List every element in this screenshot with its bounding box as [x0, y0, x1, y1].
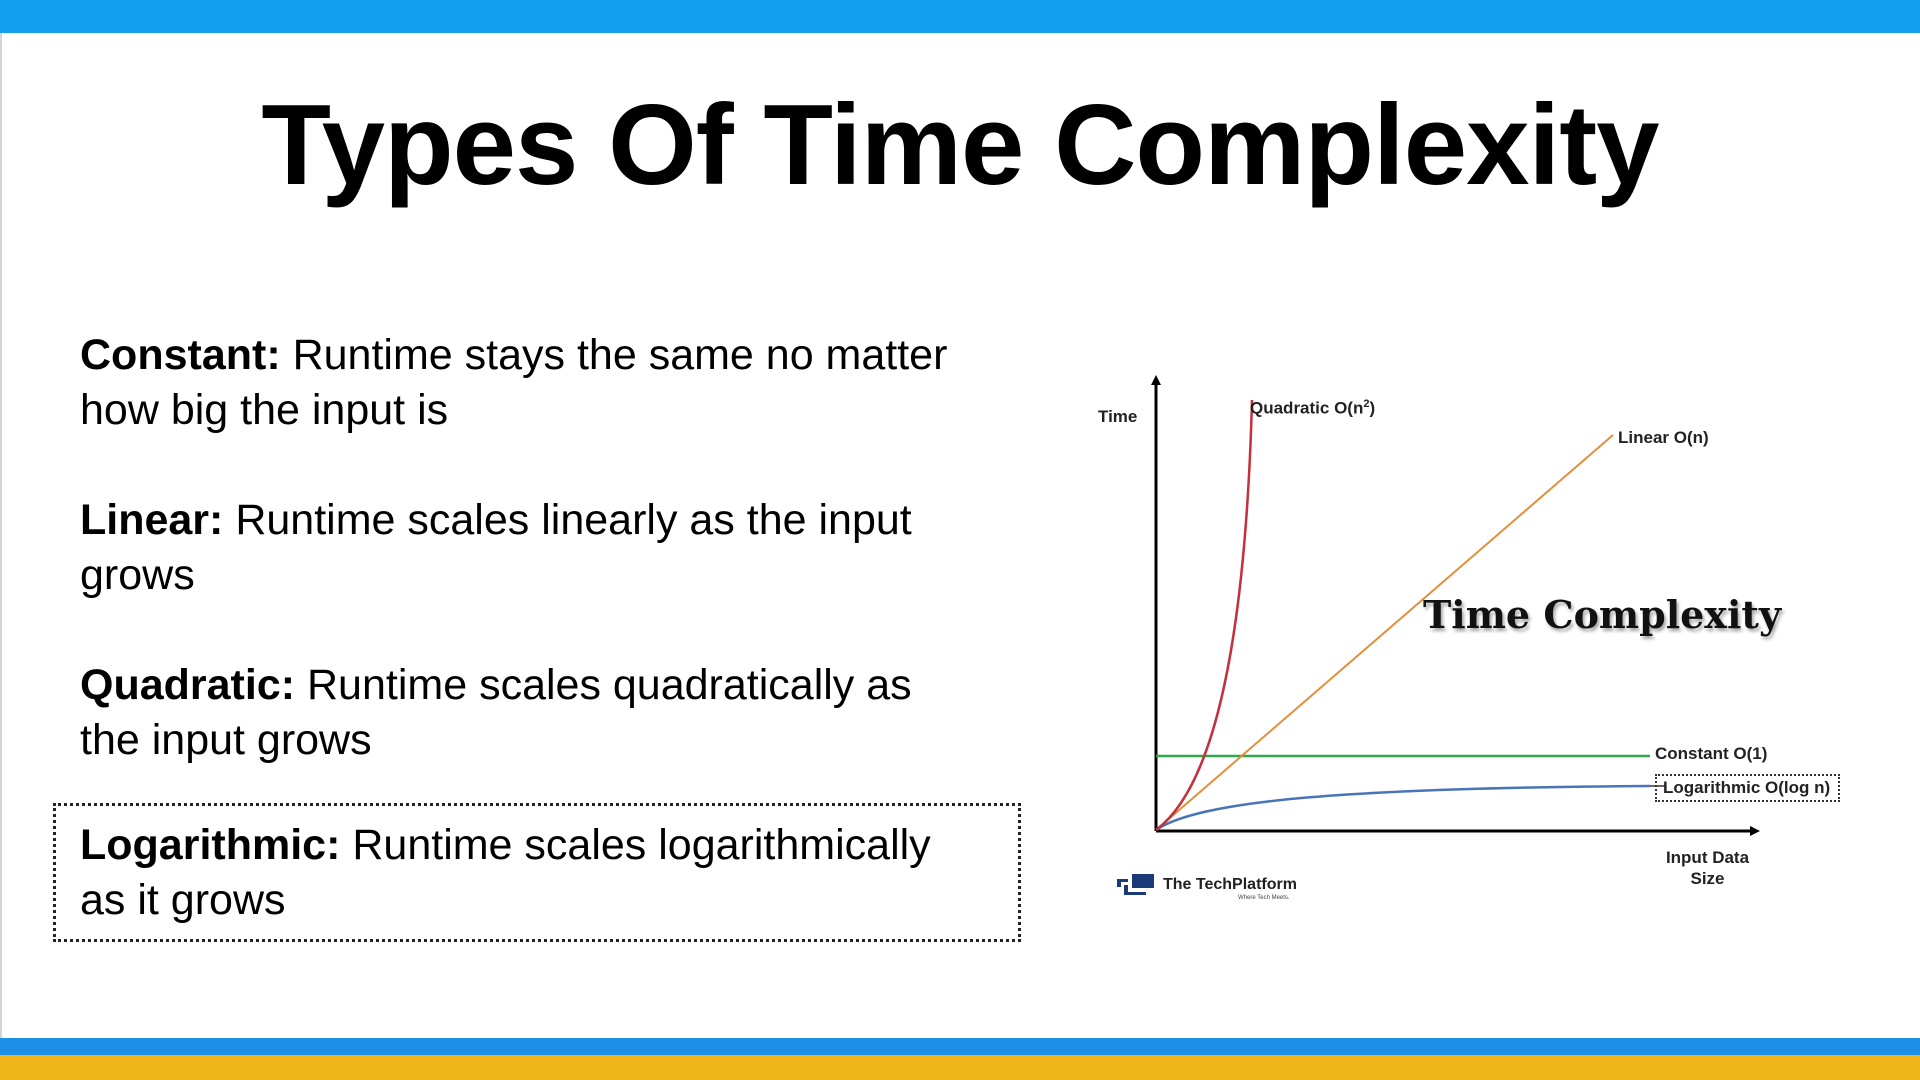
- item-quadratic-term: Quadratic:: [80, 661, 296, 709]
- quadratic-curve: [1155, 399, 1254, 832]
- logarithmic-curve: [1155, 784, 1651, 832]
- complexity-diagram: Time Quadratic O(n2) Linear O(n) Time Co…: [1090, 360, 1870, 920]
- diagram-overlay-title: Time Complexity: [1423, 592, 1782, 637]
- item-logarithmic: Logarithmic: Runtime scales logarithmica…: [80, 818, 980, 928]
- bottom-accent-bar-gold: [0, 1055, 1920, 1080]
- techplatform-logo-icon: [1117, 874, 1154, 895]
- item-constant-term: Constant:: [80, 331, 281, 379]
- bottom-accent-bar-blue: [0, 1038, 1920, 1055]
- logo-block-large: [1132, 874, 1154, 888]
- y-axis-label: Time: [1098, 407, 1138, 426]
- complexity-diagram-svg: [1151, 375, 1760, 836]
- logo-tagline: Where Tech Meets.: [1238, 895, 1290, 901]
- item-quadratic: Quadratic: Runtime scales quadratically …: [80, 658, 980, 768]
- x-axis-label-line2: Size: [1690, 869, 1725, 888]
- item-logarithmic-term: Logarithmic:: [80, 821, 341, 869]
- item-linear: Linear: Runtime scales linearly as the i…: [80, 493, 980, 603]
- x-axis-label-line1: Input Data: [1665, 848, 1750, 867]
- logo-name: The TechPlatform: [1163, 876, 1297, 893]
- quadratic-label-suffix: ): [1369, 398, 1376, 418]
- logarithmic-label: Logarithmic O(log n): [1655, 774, 1841, 802]
- linear-label: Linear O(n): [1618, 428, 1709, 447]
- item-linear-term: Linear:: [80, 496, 224, 544]
- quadratic-label-text: Quadratic O(n: [1250, 398, 1364, 418]
- constant-label: Constant O(1): [1655, 744, 1768, 763]
- slide-title: Types Of Time Complexity: [261, 82, 1659, 209]
- item-constant: Constant: Runtime stays the same no matt…: [80, 328, 980, 438]
- quadratic-label: Quadratic O(n2): [1250, 394, 1375, 419]
- x-axis-label: Input Data Size: [1650, 847, 1765, 889]
- top-accent-bar: [0, 0, 1920, 33]
